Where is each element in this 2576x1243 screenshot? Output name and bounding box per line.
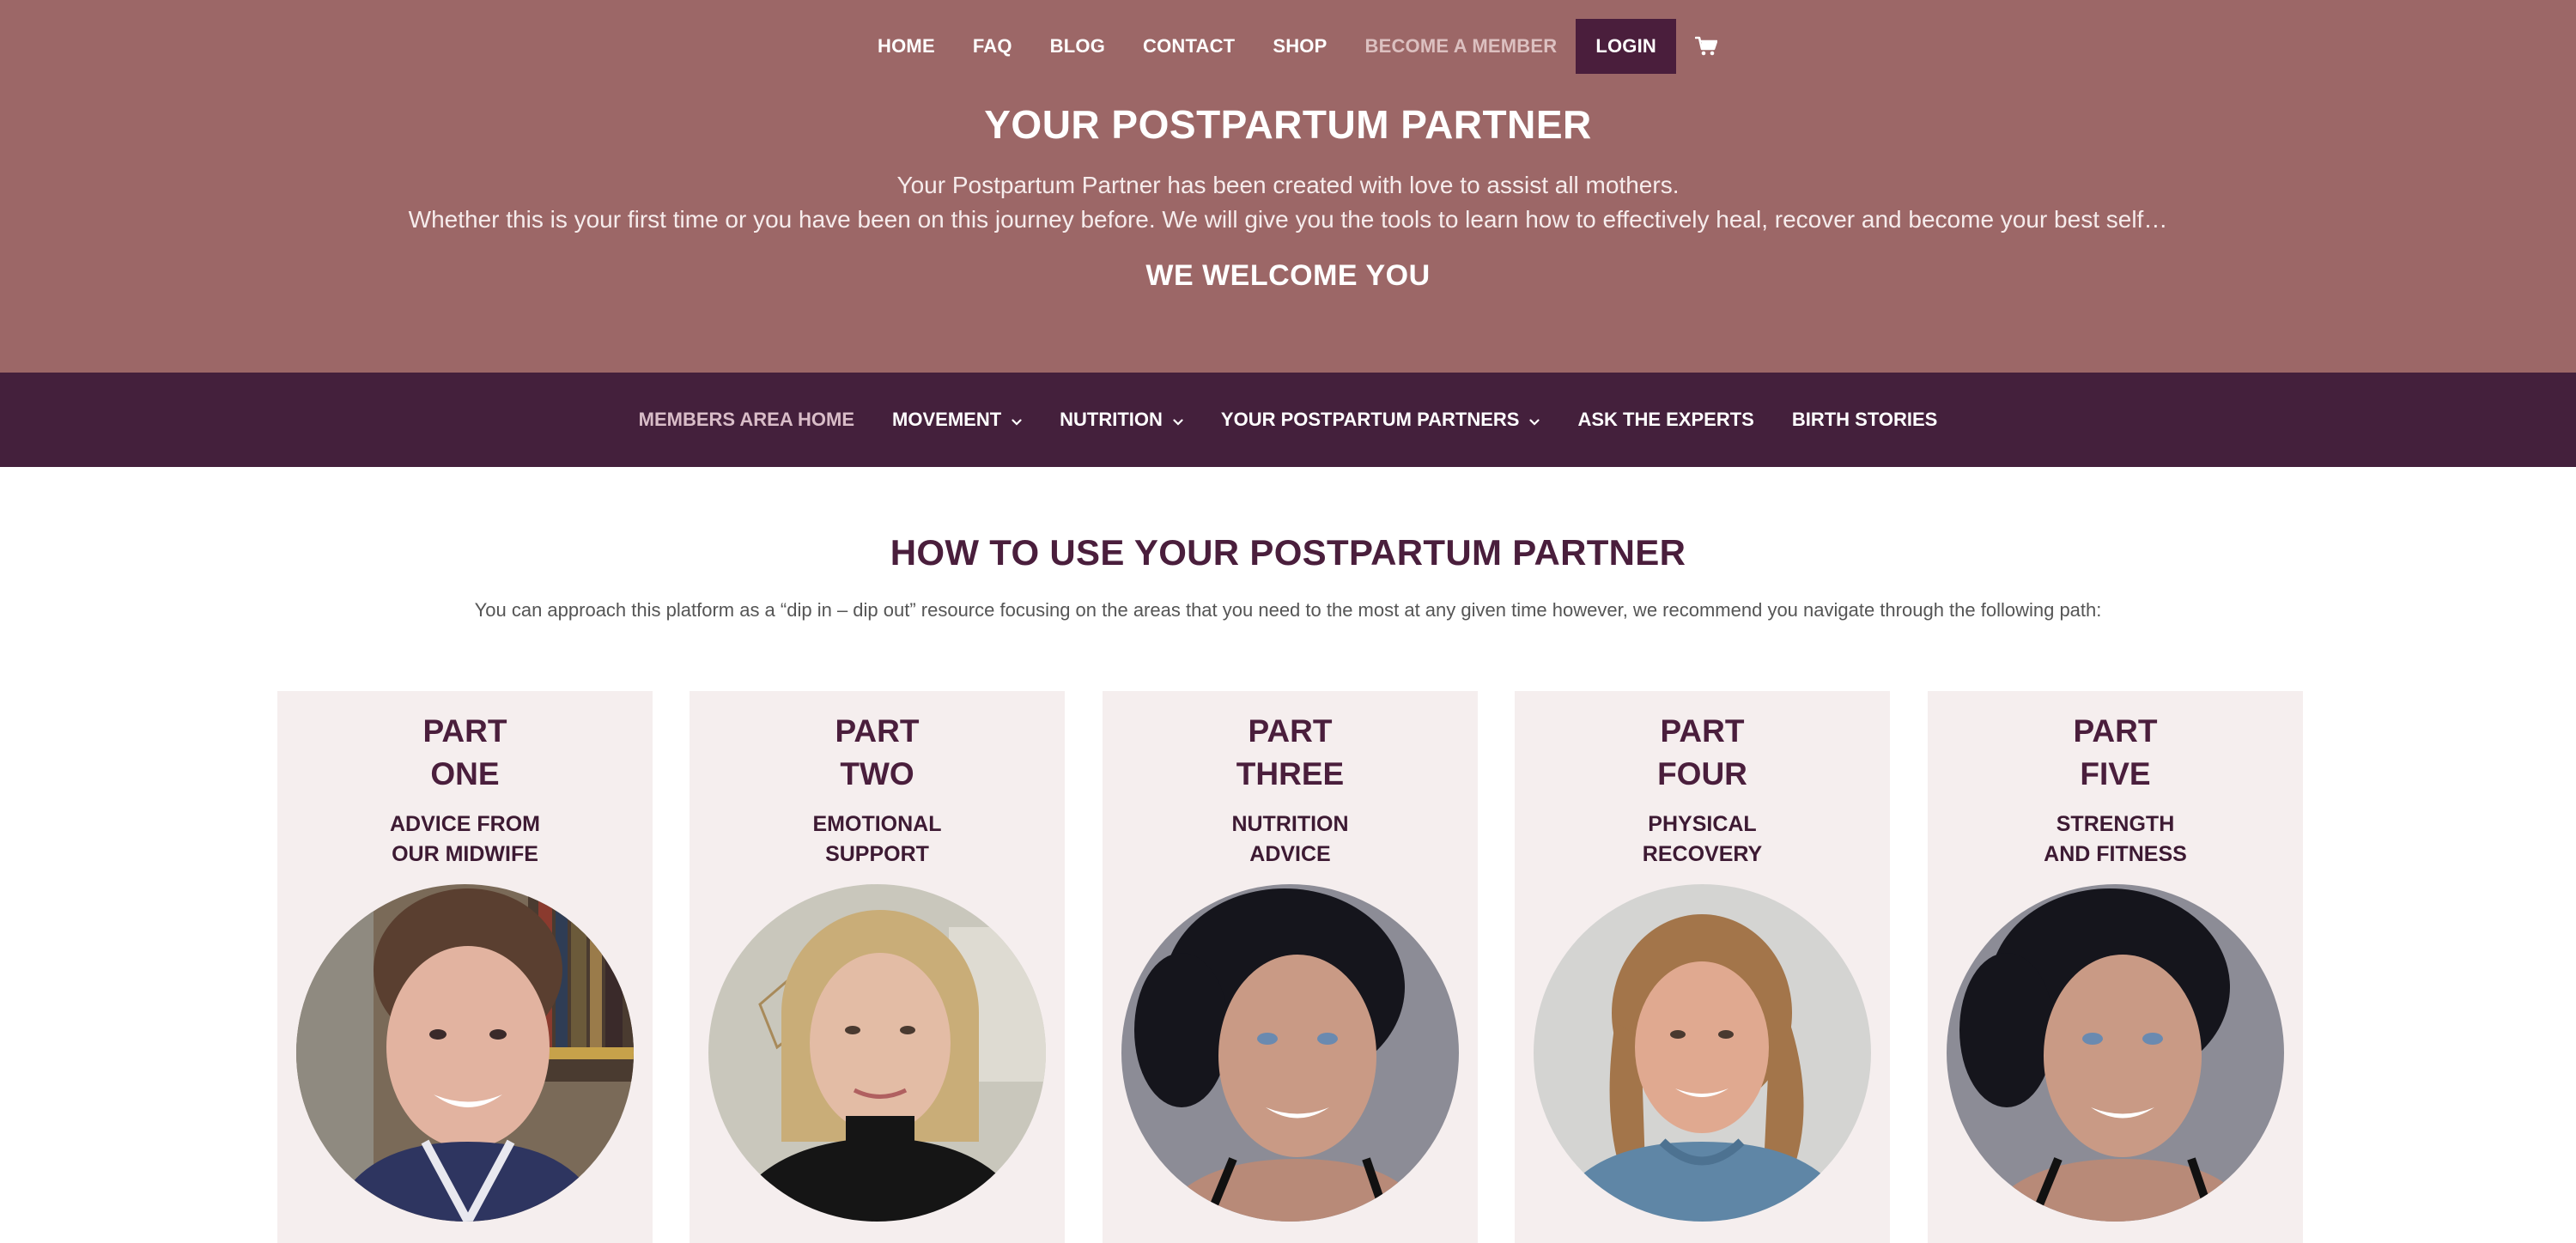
members-nav-home-label: MEMBERS AREA HOME [638,409,855,430]
card-topic-line-1: PHYSICAL [1648,812,1757,836]
members-nav-partners[interactable]: YOUR POSTPARTUM PARTNERS [1221,409,1540,431]
card-part-four[interactable]: PART FOUR PHYSICAL RECOVERY [1515,691,1890,1243]
card-topic-line-2: RECOVERY [1642,842,1763,866]
members-nav-partners-label: YOUR POSTPARTUM PARTNERS [1220,409,1520,430]
card-part-number: ONE [430,756,500,791]
card-topic-line-1: STRENGTH [2056,812,2175,836]
members-nav-home[interactable]: MEMBERS AREA HOME [639,409,854,431]
card-part-heading: PART THREE [1103,710,1478,796]
chevron-down-icon [1173,409,1183,431]
card-part-five[interactable]: PART FIVE STRENGTH AND FITNESS [1928,691,2303,1243]
card-part-number: THREE [1236,756,1345,791]
physical-recovery-portrait [1534,884,1871,1222]
card-topic-line-1: ADVICE FROM [390,812,540,836]
members-nav-birth-stories-label: BIRTH STORIES [1791,409,1938,430]
hero-welcome: WE WELCOME YOU [1145,259,1431,292]
members-nav-nutrition-label: NUTRITION [1060,409,1163,430]
section-title: HOW TO USE YOUR POSTPARTUM PARTNER [890,532,1686,573]
members-nav-ask-experts[interactable]: ASK THE EXPERTS [1577,409,1753,431]
card-topic: STRENGTH AND FITNESS [1928,809,2303,870]
card-part-label: PART [422,713,507,749]
card-part-label: PART [1660,713,1745,749]
card-part-number: TWO [840,756,914,791]
card-part-number: FIVE [2080,756,2151,791]
members-navigation: MEMBERS AREA HOME MOVEMENT NUTRITION YOU… [0,373,2576,467]
nav-become-member[interactable]: BECOME A MEMBER [1364,35,1557,58]
nav-shop[interactable]: SHOP [1273,35,1327,58]
card-part-label: PART [1248,713,1333,749]
card-topic-line-2: OUR MIDWIFE [392,842,538,866]
card-topic: PHYSICAL RECOVERY [1515,809,1890,870]
hero-description-line-2: Whether this is your first time or you h… [408,206,2168,233]
members-nav-birth-stories[interactable]: BIRTH STORIES [1792,409,1938,431]
card-topic: NUTRITION ADVICE [1103,809,1478,870]
card-part-heading: PART FOUR [1515,710,1890,796]
nav-home[interactable]: HOME [878,35,935,58]
card-part-three[interactable]: PART THREE NUTRITION ADVICE [1103,691,1478,1243]
section-subtitle: You can approach this platform as a “dip… [474,599,2102,621]
nav-contact[interactable]: CONTACT [1143,35,1235,58]
hero-description-line-1: Your Postpartum Partner has been created… [896,172,1680,198]
emotional-support-portrait [708,884,1046,1222]
card-topic-line-2: SUPPORT [825,842,929,866]
hero-banner: HOME FAQ BLOG CONTACT SHOP BECOME A MEMB… [0,0,2576,373]
members-nav-nutrition[interactable]: NUTRITION [1060,409,1183,431]
shopping-cart-icon[interactable] [1694,36,1717,57]
nav-faq[interactable]: FAQ [973,35,1012,58]
card-topic: EMOTIONAL SUPPORT [690,809,1065,870]
card-part-label: PART [2073,713,2158,749]
top-navigation: HOME FAQ BLOG CONTACT SHOP BECOME A MEMB… [0,19,2576,74]
hero-title: YOUR POSTPARTUM PARTNER [984,102,1592,147]
card-topic-line-1: NUTRITION [1231,812,1349,836]
card-part-heading: PART FIVE [1928,710,2303,796]
path-cards: PART ONE ADVICE FROM OUR MIDWIFE PART TW… [0,691,2576,1243]
strength-fitness-portrait [1947,884,2284,1222]
card-topic-line-1: EMOTIONAL [812,812,942,836]
card-part-two[interactable]: PART TWO EMOTIONAL SUPPORT [690,691,1065,1243]
card-part-label: PART [835,713,920,749]
card-part-number: FOUR [1657,756,1747,791]
chevron-down-icon [1012,409,1022,431]
card-part-heading: PART TWO [690,710,1065,796]
nav-blog[interactable]: BLOG [1050,35,1105,58]
nutrition-portrait [1121,884,1459,1222]
hero-description: Your Postpartum Partner has been created… [0,168,2576,237]
midwife-portrait [296,884,634,1222]
card-topic-line-2: AND FITNESS [2044,842,2187,866]
chevron-down-icon [1529,409,1540,431]
card-part-heading: PART ONE [277,710,653,796]
members-nav-ask-experts-label: ASK THE EXPERTS [1577,409,1754,430]
members-nav-movement[interactable]: MOVEMENT [892,409,1022,431]
card-part-one[interactable]: PART ONE ADVICE FROM OUR MIDWIFE [277,691,653,1243]
card-topic-line-2: ADVICE [1249,842,1331,866]
members-nav-movement-label: MOVEMENT [892,409,1002,430]
card-topic: ADVICE FROM OUR MIDWIFE [277,809,653,870]
login-button[interactable]: LOGIN [1576,19,1676,74]
